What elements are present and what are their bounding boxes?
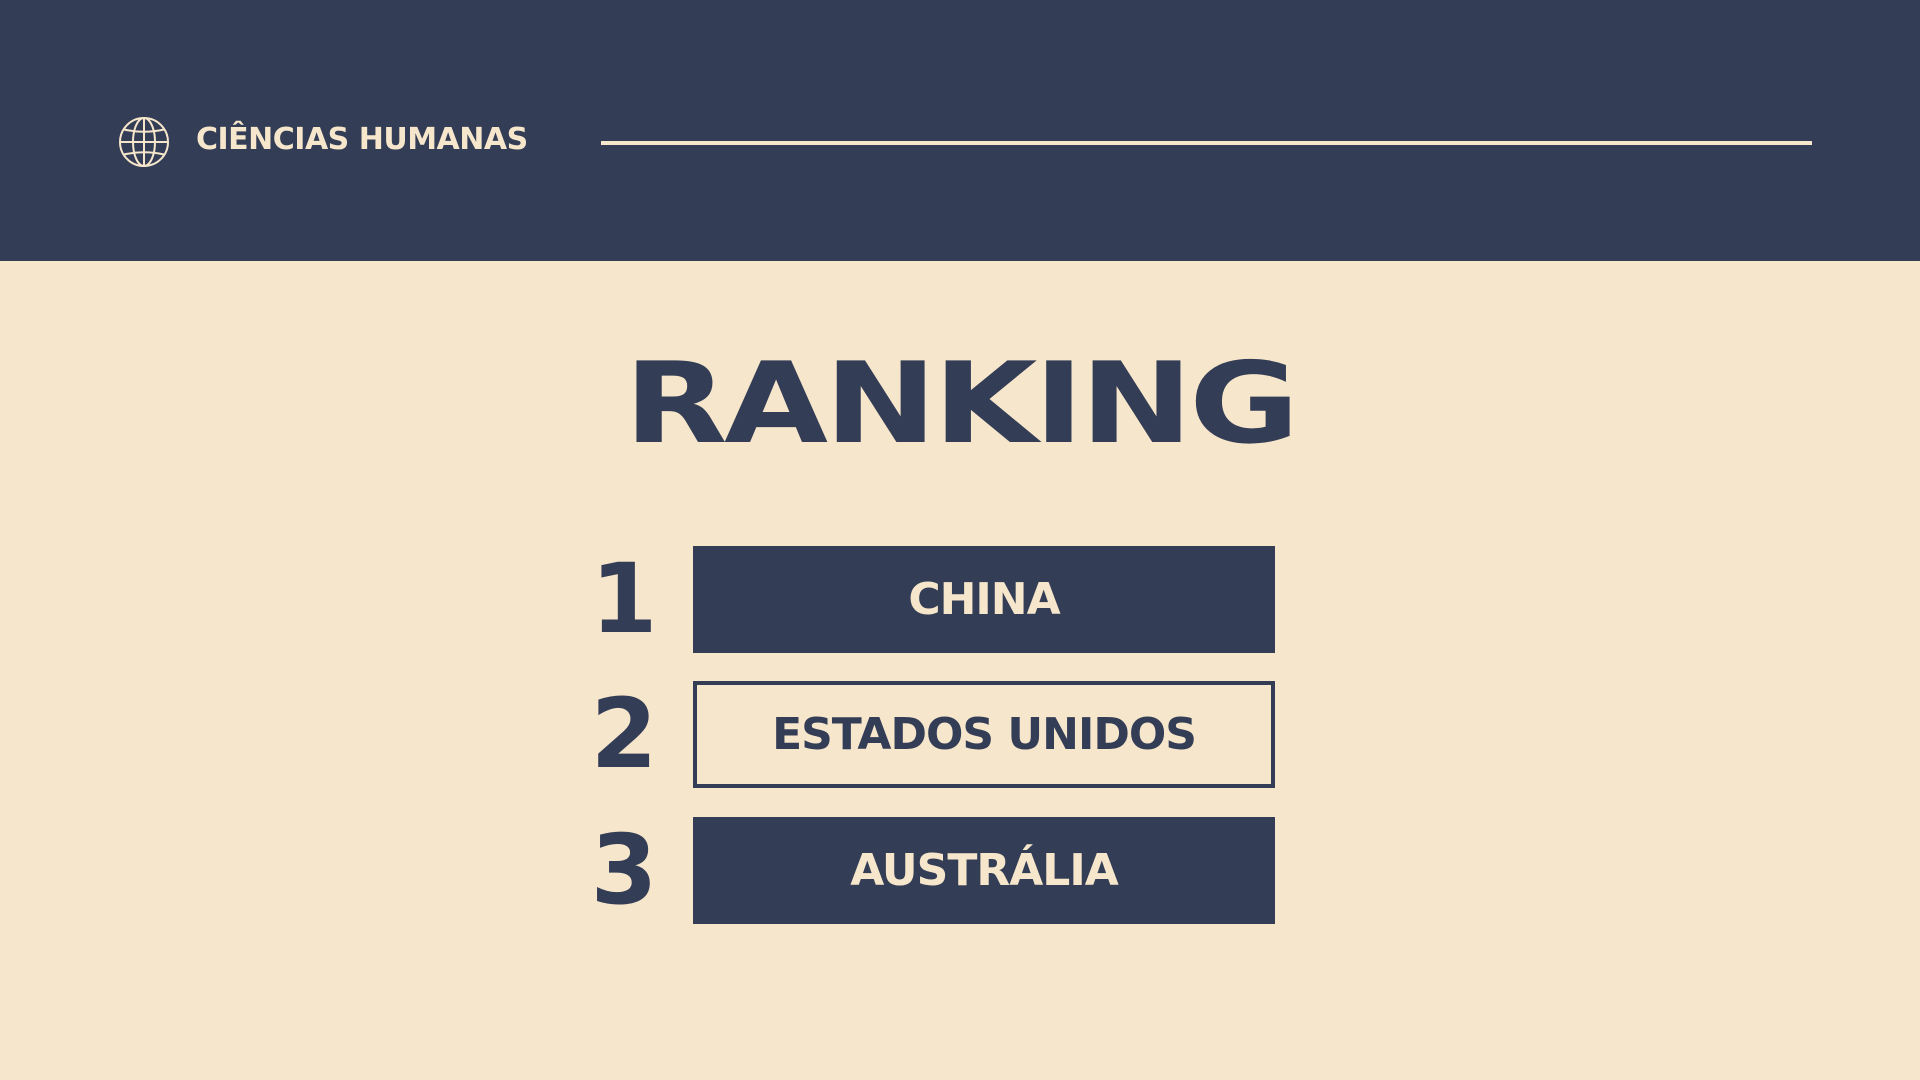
rank-item-label: CHINA	[908, 574, 1060, 625]
rank-item-australia: AUSTRÁLIA	[693, 817, 1275, 924]
rank-number-3: 3	[590, 814, 658, 926]
rank-item-china: CHINA	[693, 546, 1275, 653]
page-title: RANKING	[624, 339, 1299, 469]
subject-title: CIÊNCIAS HUMANAS	[196, 122, 528, 157]
rank-item-label: ESTADOS UNIDOS	[772, 709, 1197, 760]
globe-icon	[119, 117, 169, 167]
header-divider	[601, 141, 1812, 145]
rank-number-2: 2	[590, 678, 658, 790]
rank-number-1: 1	[590, 543, 658, 655]
header-bar: CIÊNCIAS HUMANAS	[0, 0, 1920, 261]
rank-item-estados-unidos: ESTADOS UNIDOS	[693, 681, 1275, 788]
rank-item-label: AUSTRÁLIA	[850, 845, 1119, 896]
